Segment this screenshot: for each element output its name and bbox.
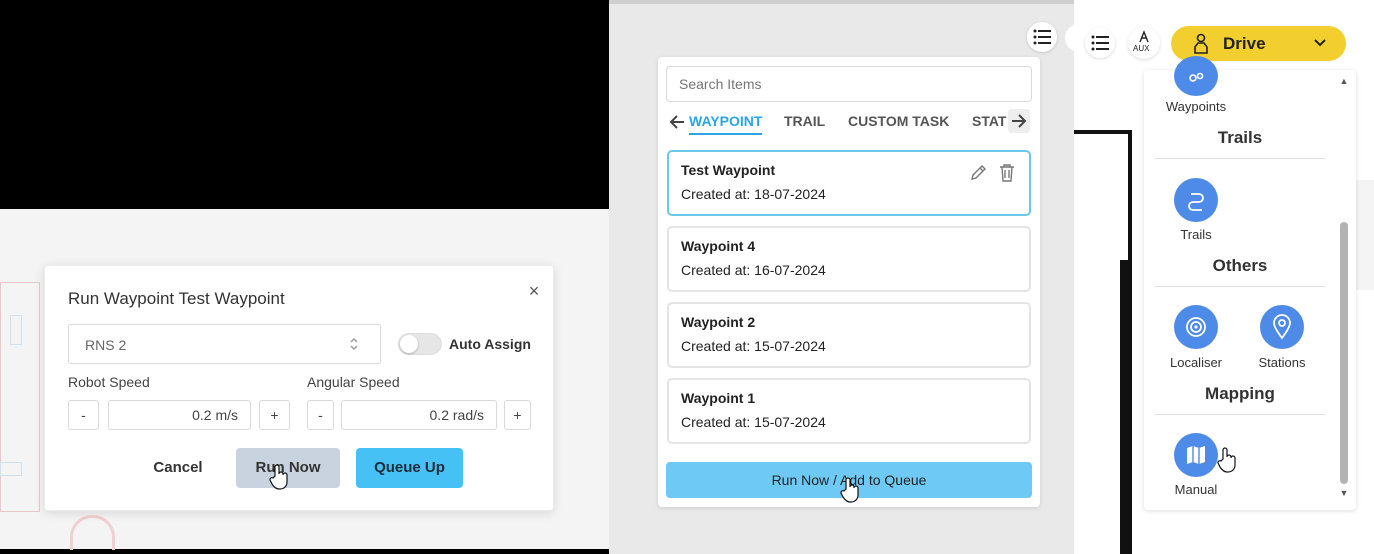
localiser-button[interactable] bbox=[1174, 305, 1218, 349]
item-created-date: Created at: 16-07-2024 bbox=[681, 262, 826, 278]
robot-speed-increment-button[interactable]: + bbox=[259, 400, 290, 430]
top-bar bbox=[609, 0, 1074, 4]
chevron-down-icon bbox=[1314, 39, 1326, 47]
mapping-section-title: Mapping bbox=[1205, 384, 1275, 403]
map-ghost-arc bbox=[70, 515, 115, 550]
auto-assign-toggle[interactable] bbox=[398, 333, 442, 355]
tab-scroll-right-icon[interactable] bbox=[1008, 109, 1030, 133]
divider bbox=[1154, 286, 1326, 287]
route-icon bbox=[1188, 193, 1204, 211]
map-ghost-line bbox=[60, 510, 540, 550]
angular-speed-decrement-button[interactable]: - bbox=[307, 400, 334, 430]
waypoints-label: Waypoints bbox=[1165, 99, 1227, 114]
tab-custom-task[interactable]: CUSTOM TASK bbox=[848, 113, 949, 129]
item-title: Test Waypoint bbox=[681, 162, 776, 178]
list-item[interactable]: Waypoint 2 Created at: 15-07-2024 bbox=[667, 302, 1031, 368]
list-icon bbox=[1033, 29, 1051, 45]
trails-button[interactable] bbox=[1174, 178, 1218, 222]
manual-mapping-button[interactable] bbox=[1174, 433, 1218, 477]
scroll-up-icon[interactable]: ▲ bbox=[1339, 76, 1349, 86]
side-tab[interactable] bbox=[1354, 180, 1374, 290]
items-card-panel: WAYPOINT TRAIL CUSTOM TASK STAT Test Way… bbox=[658, 57, 1040, 507]
updown-chevron-icon bbox=[347, 335, 361, 353]
hand-cursor-icon bbox=[840, 477, 860, 503]
divider bbox=[1154, 158, 1326, 159]
map-pin-icon bbox=[1273, 314, 1291, 340]
item-created-date: Created at: 15-07-2024 bbox=[681, 338, 826, 354]
angular-speed-increment-button[interactable]: + bbox=[504, 400, 531, 430]
list-icon bbox=[1091, 35, 1109, 51]
auto-assign-label: Auto Assign bbox=[449, 336, 531, 352]
map-icon bbox=[1187, 446, 1205, 464]
queue-up-button[interactable]: Queue Up bbox=[356, 448, 463, 488]
robot-select-value: RNS 2 bbox=[85, 337, 127, 353]
edit-pencil-icon[interactable] bbox=[969, 164, 987, 187]
list-item[interactable]: Waypoint 1 Created at: 15-07-2024 bbox=[667, 378, 1031, 444]
robot-speed-decrement-button[interactable]: - bbox=[68, 400, 99, 430]
aux-label: AUX bbox=[1133, 44, 1150, 53]
toggle-knob bbox=[400, 335, 418, 353]
waypoints-icon bbox=[1189, 72, 1204, 82]
cancel-button[interactable]: Cancel bbox=[133, 449, 223, 487]
drive-label: Drive bbox=[1223, 34, 1266, 53]
map-wall bbox=[1120, 260, 1128, 554]
item-title: Waypoint 2 bbox=[681, 314, 756, 330]
target-icon bbox=[1186, 317, 1206, 337]
robot-speed-label: Robot Speed bbox=[68, 374, 150, 390]
angular-speed-label: Angular Speed bbox=[307, 374, 400, 390]
item-created-date: Created at: 15-07-2024 bbox=[681, 414, 826, 430]
run-waypoint-panel: Run Waypoint Test Waypoint × RNS 2 Auto … bbox=[0, 0, 609, 554]
localiser-label: Localiser bbox=[1169, 355, 1223, 370]
delete-trash-icon[interactable] bbox=[998, 163, 1016, 188]
partial-icon-button[interactable] bbox=[1065, 24, 1074, 52]
aux-button[interactable]: AUX bbox=[1128, 27, 1160, 59]
divider bbox=[1154, 414, 1326, 415]
list-view-button[interactable] bbox=[1027, 22, 1057, 52]
item-created-date: Created at: 18-07-2024 bbox=[681, 186, 826, 202]
angular-speed-input[interactable]: 0.2 rad/s bbox=[341, 400, 497, 430]
trails-label: Trails bbox=[1180, 227, 1212, 242]
top-bar bbox=[1074, 0, 1374, 10]
tab-scroll-left-icon[interactable] bbox=[668, 113, 686, 136]
hand-cursor-icon bbox=[1217, 447, 1237, 473]
robot-speed-input[interactable]: 0.2 m/s bbox=[108, 400, 251, 430]
map-ghost-line bbox=[0, 462, 22, 476]
stations-label: Stations bbox=[1258, 355, 1306, 370]
trails-section-title: Trails bbox=[1217, 128, 1263, 147]
list-view-button[interactable] bbox=[1085, 28, 1115, 58]
tab-stations[interactable]: STAT bbox=[972, 113, 1012, 129]
aux-icon bbox=[1139, 30, 1149, 43]
list-item[interactable]: Waypoint 4 Created at: 16-07-2024 bbox=[667, 226, 1031, 292]
tab-trail[interactable]: TRAIL bbox=[784, 113, 825, 129]
person-icon bbox=[1194, 33, 1208, 54]
tab-waypoint[interactable]: WAYPOINT bbox=[689, 113, 763, 135]
close-icon[interactable]: × bbox=[523, 280, 545, 302]
manual-label: Manual bbox=[1174, 482, 1218, 497]
sidebar-screen: AUX Drive Waypoints Trails Trails Others… bbox=[1074, 0, 1374, 554]
item-title: Waypoint 4 bbox=[681, 238, 756, 254]
list-item[interactable]: Test Waypoint Created at: 18-07-2024 bbox=[667, 150, 1031, 216]
waypoints-button[interactable] bbox=[1174, 56, 1218, 96]
dialog-title: Run Waypoint Test Waypoint bbox=[68, 289, 285, 308]
robot-select[interactable]: RNS 2 bbox=[68, 324, 381, 364]
items-panel-screen: WAYPOINT TRAIL CUSTOM TASK STAT Test Way… bbox=[609, 0, 1074, 554]
hand-cursor-icon bbox=[269, 464, 289, 490]
scrollbar[interactable]: ▲ ▼ bbox=[1337, 70, 1351, 510]
scrollbar-thumb[interactable] bbox=[1340, 222, 1348, 484]
search-input[interactable] bbox=[666, 66, 1032, 102]
others-section-title: Others bbox=[1212, 256, 1268, 275]
map-ghost-line bbox=[10, 315, 22, 345]
scroll-down-icon[interactable]: ▼ bbox=[1339, 488, 1349, 498]
item-title: Waypoint 1 bbox=[681, 390, 756, 406]
stations-button[interactable] bbox=[1260, 305, 1304, 349]
run-waypoint-dialog: Run Waypoint Test Waypoint × RNS 2 Auto … bbox=[44, 265, 554, 511]
actions-side-panel: Waypoints Trails Trails Others Localiser… bbox=[1144, 56, 1356, 510]
